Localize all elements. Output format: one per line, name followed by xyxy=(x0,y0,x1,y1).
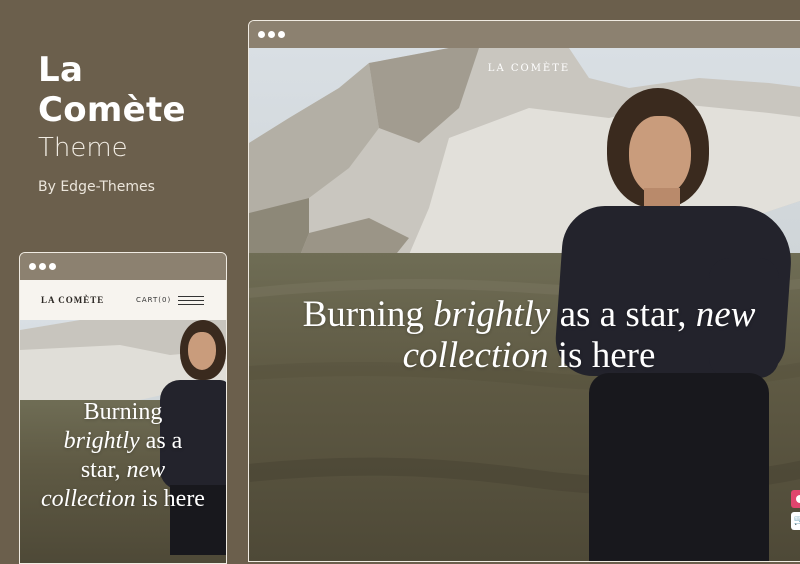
headline-text: as a star, xyxy=(550,294,696,335)
desktop-hero: LA COMÈTE Burning brightly as a star, ne… xyxy=(249,48,800,561)
headline-italic: brightly xyxy=(433,294,551,335)
mobile-hero-headline: Burning brightly as a star, new collecti… xyxy=(20,398,226,514)
window-dot xyxy=(278,31,285,38)
desktop-site-logo[interactable]: LA COMÈTE xyxy=(249,63,800,74)
floating-widget-cart[interactable]: 🛒 xyxy=(791,512,800,530)
promo-title-block: La Comète Theme By Edge-Themes xyxy=(38,50,186,195)
target-icon xyxy=(796,495,800,503)
mobile-screen: LA COMÈTE CART(0) Burning brightly as a xyxy=(20,280,226,563)
window-dot xyxy=(39,263,46,270)
window-dot xyxy=(29,263,36,270)
promo-subtitle: Theme xyxy=(38,133,128,163)
headline-text: is here xyxy=(548,335,656,376)
headline-text: star, xyxy=(80,457,127,483)
hamburger-menu-icon[interactable] xyxy=(178,296,204,305)
headline-italic: collection xyxy=(41,486,136,512)
promo-title-line2: Comète xyxy=(38,90,186,130)
window-dots xyxy=(258,31,285,38)
promo-title: La Comète xyxy=(38,50,186,130)
window-dots xyxy=(29,263,56,270)
headline-italic: new xyxy=(695,294,756,335)
mobile-hero-image: Burning brightly as a star, new collecti… xyxy=(20,320,226,563)
window-dot xyxy=(49,263,56,270)
headline-text: Burning xyxy=(83,399,163,425)
desktop-hero-headline: Burning brightly as a star, new collecti… xyxy=(274,294,784,376)
mobile-title-bar xyxy=(20,253,226,280)
headline-text: Burning xyxy=(302,294,434,335)
window-dot xyxy=(258,31,265,38)
mobile-cart-link[interactable]: CART(0) xyxy=(136,296,171,304)
promo-title-line1: La xyxy=(38,50,84,90)
headline-italic: brightly xyxy=(63,428,140,454)
window-dot xyxy=(268,31,275,38)
mobile-browser-frame: LA COMÈTE CART(0) Burning brightly as a xyxy=(19,252,227,564)
promo-byline: By Edge-Themes xyxy=(38,179,155,195)
headline-text: as a xyxy=(139,428,183,454)
mobile-header: LA COMÈTE CART(0) xyxy=(20,280,226,320)
desktop-title-bar xyxy=(249,21,800,48)
mobile-site-logo[interactable]: LA COMÈTE xyxy=(41,295,104,305)
cart-icon: 🛒 xyxy=(794,516,800,526)
floating-widget-target[interactable] xyxy=(791,490,800,508)
headline-text: is here xyxy=(135,486,205,512)
headline-italic: collection xyxy=(402,335,549,376)
headline-italic: new xyxy=(126,457,166,483)
desktop-browser-frame: LA COMÈTE Burning brightly as a star, ne… xyxy=(248,20,800,562)
